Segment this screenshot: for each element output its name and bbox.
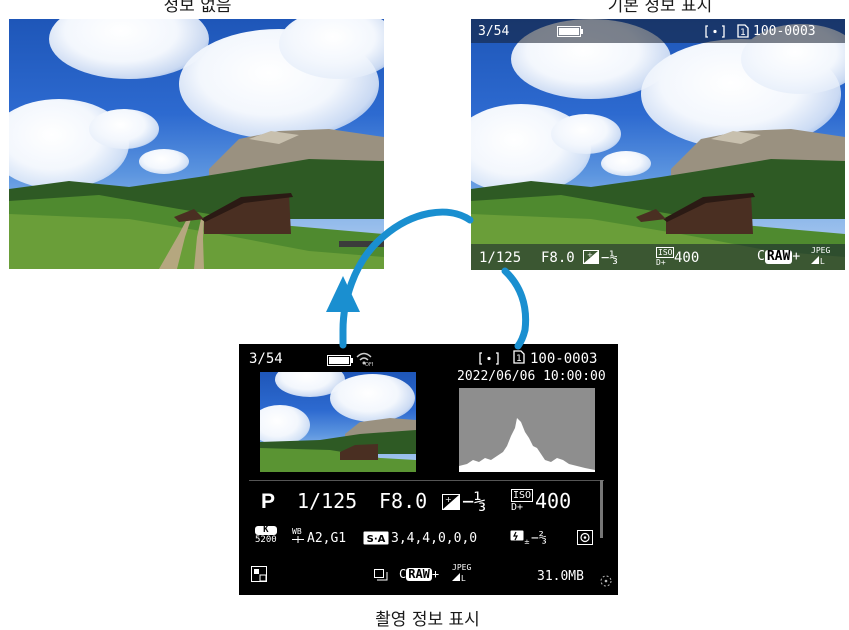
svg-text:+: + bbox=[587, 251, 593, 259]
exposure-compensation-icon: + bbox=[442, 494, 460, 513]
wb-kelvin-label: K bbox=[255, 525, 277, 536]
drive-mode-icon bbox=[374, 568, 388, 584]
quality-raw: RAW bbox=[406, 567, 432, 581]
exposure-compensation-icon: + bbox=[583, 250, 599, 267]
landscape-photo bbox=[471, 19, 845, 270]
wb-kelvin-badge: K 5200 bbox=[255, 525, 277, 546]
label-no-info: 정보 없음 bbox=[163, 0, 232, 16]
aperture: F8.0 bbox=[541, 250, 575, 266]
picture-style-icon: S·A bbox=[363, 531, 389, 548]
svg-text:1: 1 bbox=[516, 354, 522, 364]
wb-shift-label: WB bbox=[292, 527, 302, 536]
quality-plus: + bbox=[431, 567, 440, 581]
svg-text:S·A: S·A bbox=[367, 534, 386, 545]
iso-label: ISO bbox=[656, 247, 675, 258]
protect-icon bbox=[251, 566, 267, 585]
iso-value: 400 bbox=[674, 250, 700, 266]
iso-value: 400 bbox=[535, 489, 572, 513]
photo-basic-info[interactable]: 3/54 1 100-0003 1/125 F8.0 + −⅓ ISO D+ 4… bbox=[471, 19, 845, 270]
iso-label: ISO bbox=[511, 489, 534, 502]
image-quality: C RAW + bbox=[757, 250, 800, 264]
wb-shift-value: A2,G1 bbox=[307, 531, 347, 546]
shooting-mode: P bbox=[261, 490, 276, 513]
quality-jpeg-label: JPEG bbox=[452, 563, 472, 572]
basic-info-bottom-bar: 1/125 F8.0 + −⅓ ISO D+ 400 C RAW + JPEG L bbox=[471, 244, 845, 270]
photo-no-info[interactable] bbox=[9, 19, 384, 269]
svg-text:±: ± bbox=[524, 538, 530, 545]
jpeg-quality-icon: L bbox=[811, 256, 825, 264]
wifi-icon: OFF bbox=[355, 349, 375, 370]
label-shooting-info: 촬영 정보 표시 bbox=[375, 610, 480, 630]
frame-counter: 3/54 bbox=[478, 24, 510, 39]
battery-icon bbox=[327, 353, 353, 369]
quality-jpeg-label: JPEG bbox=[811, 246, 831, 255]
image-thumbnail bbox=[260, 372, 416, 472]
wb-kelvin-value: 5200 bbox=[255, 535, 277, 546]
exposure-compensation-value: −⅓ bbox=[462, 489, 487, 513]
quality-raw: RAW bbox=[764, 249, 793, 264]
battery-icon bbox=[557, 26, 583, 40]
metering-icon bbox=[705, 25, 725, 41]
landscape-photo bbox=[9, 19, 384, 269]
file-size: 31.0MB bbox=[537, 569, 584, 584]
picture-style-values: 3,4,4,0,0,0 bbox=[391, 531, 478, 546]
quality-jpeg: JPEG L bbox=[811, 247, 830, 264]
image-quality: C RAW + bbox=[399, 568, 439, 581]
aperture: F8.0 bbox=[379, 489, 428, 513]
d-plus-label: D+ bbox=[656, 258, 666, 267]
arrow-up-head bbox=[326, 276, 360, 312]
quality-plus: + bbox=[792, 249, 801, 264]
card-icon: 1 bbox=[513, 350, 525, 367]
svg-text:+: + bbox=[445, 495, 452, 504]
quality-raw-prefix: C bbox=[399, 567, 407, 581]
folder-file-number: 100-0003 bbox=[530, 351, 598, 367]
d-plus-label: D+ bbox=[511, 502, 524, 513]
histogram bbox=[459, 388, 595, 472]
card-icon: 1 bbox=[737, 24, 749, 41]
landscape-photo bbox=[260, 372, 416, 472]
folder-file-number: 100-0003 bbox=[753, 24, 816, 39]
metering-mode-icon bbox=[577, 530, 593, 548]
flash-compensation-value: −⅔ bbox=[531, 531, 547, 546]
svg-text:L: L bbox=[461, 574, 466, 581]
basic-info-top-bar: 3/54 1 100-0003 bbox=[471, 19, 845, 43]
svg-text:L: L bbox=[820, 257, 825, 264]
wb-shift-icon: WB bbox=[292, 528, 304, 543]
iso-badge: ISO D+ bbox=[511, 489, 534, 513]
svg-text:1: 1 bbox=[740, 28, 746, 38]
gps-icon bbox=[599, 574, 613, 591]
date-time: 2022/06/06 10:00:00 bbox=[457, 369, 606, 384]
exposure-compensation-value: −⅓ bbox=[601, 250, 618, 266]
shutter-speed: 1/125 bbox=[479, 250, 522, 266]
svg-text:OFF: OFF bbox=[365, 362, 373, 367]
quality-raw-prefix: C bbox=[757, 249, 765, 264]
histogram-graph bbox=[459, 418, 595, 472]
shooting-info-screen[interactable]: 3/54 OFF 1 100-0003 2022/06/06 10:00:00 bbox=[239, 344, 618, 595]
divider bbox=[249, 480, 604, 481]
iso-badge: ISO D+ bbox=[656, 247, 675, 267]
scrollbar[interactable] bbox=[600, 480, 603, 538]
shutter-speed: 1/125 bbox=[297, 489, 358, 513]
flash-compensation-icon: ± bbox=[510, 530, 530, 548]
metering-icon bbox=[479, 352, 499, 368]
frame-counter: 3/54 bbox=[249, 351, 283, 367]
jpeg-quality-icon: L bbox=[452, 573, 466, 581]
label-basic-info: 기본 정보 표시 bbox=[607, 0, 713, 16]
wb-shift-arrows-icon bbox=[292, 536, 304, 543]
cycle-arc-right bbox=[501, 267, 530, 350]
quality-jpeg: JPEG L bbox=[452, 564, 471, 581]
